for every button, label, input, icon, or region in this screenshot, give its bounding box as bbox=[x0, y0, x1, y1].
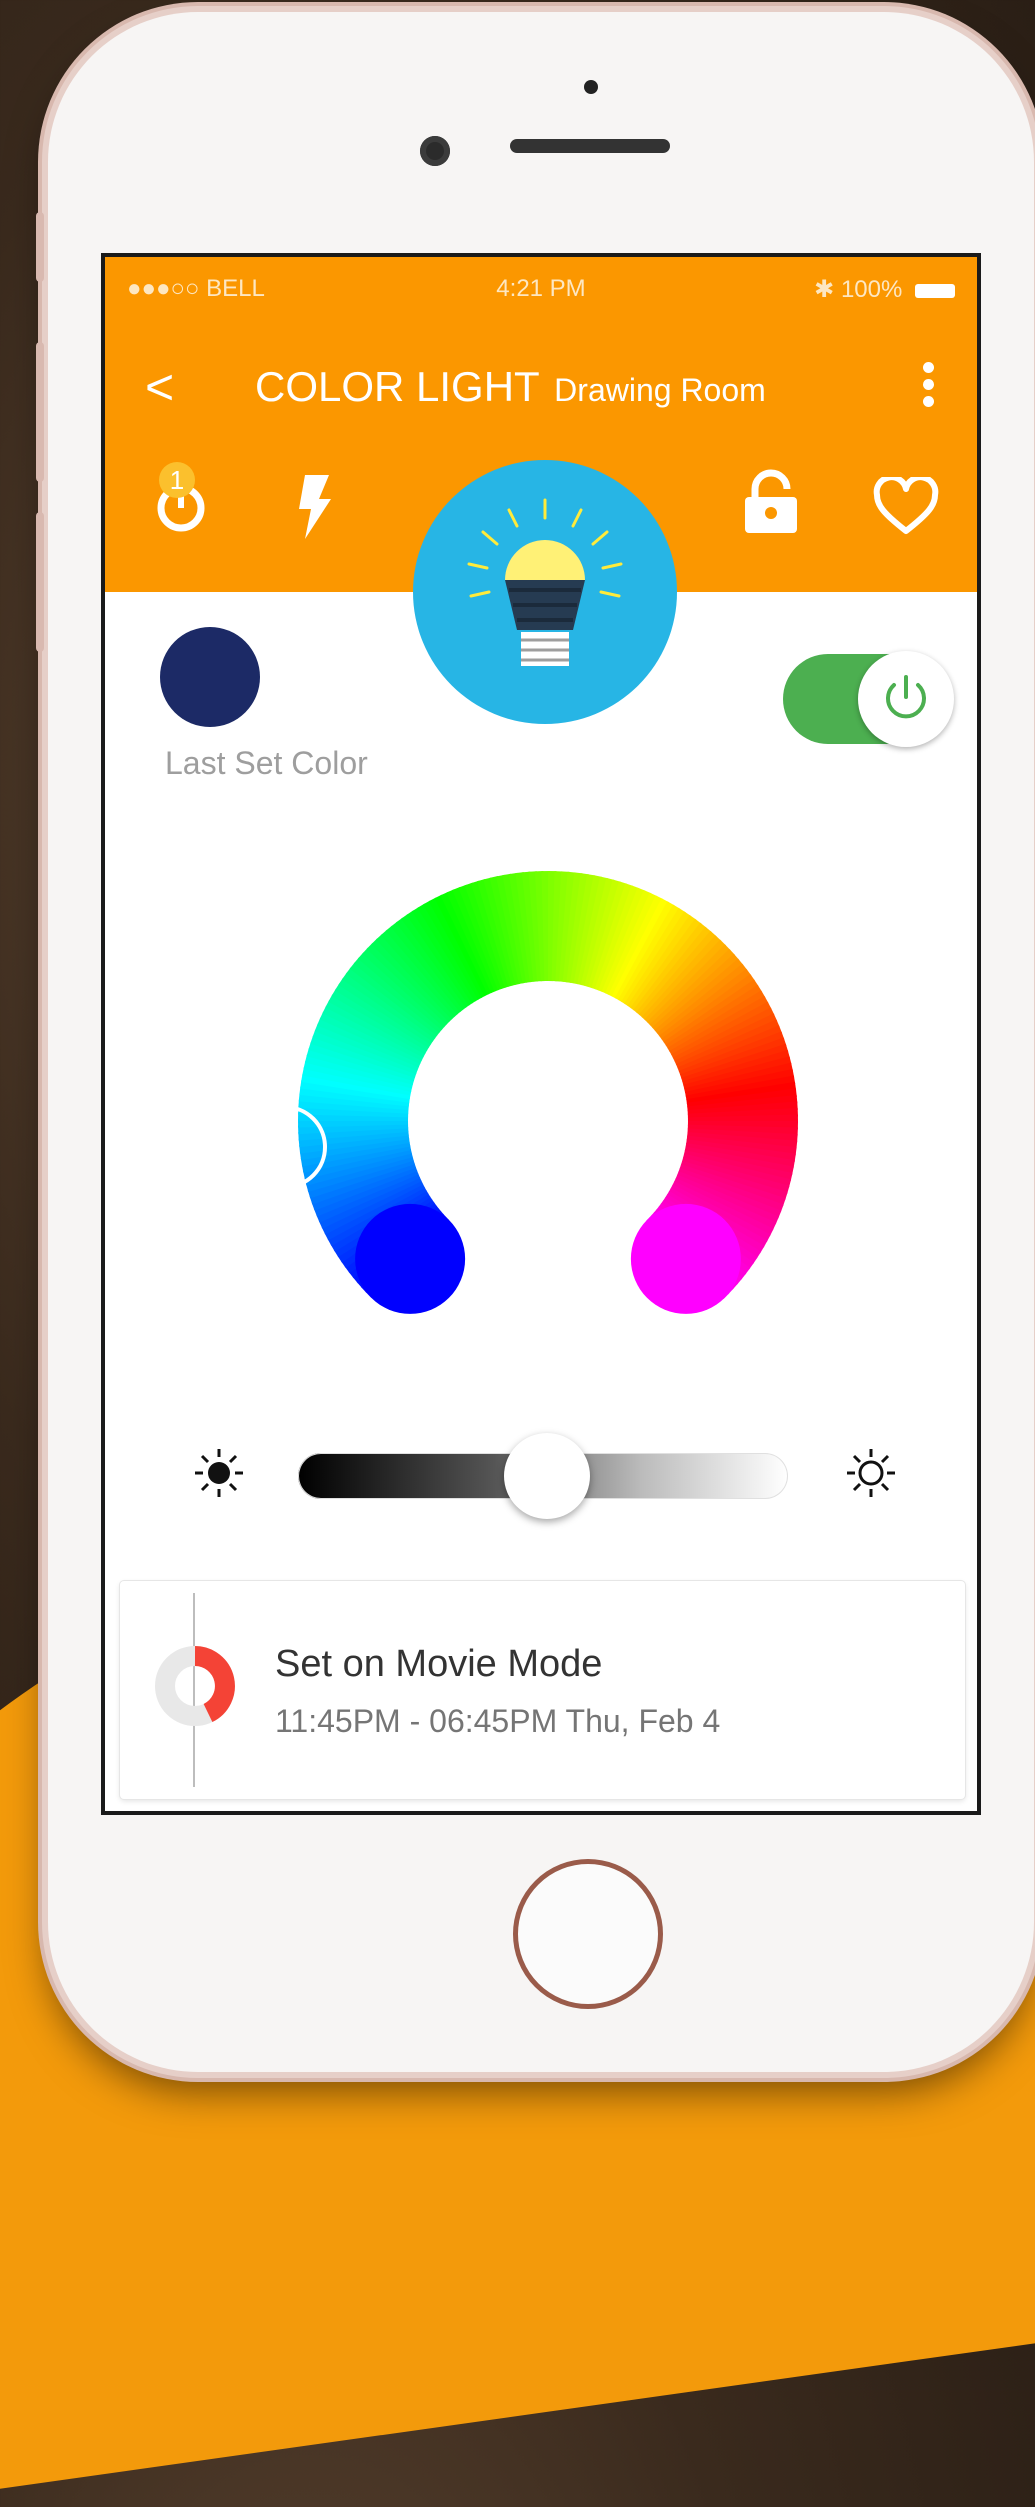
lightbulb-icon bbox=[467, 498, 623, 666]
last-set-color-swatch[interactable] bbox=[160, 627, 260, 727]
mute-switch bbox=[36, 212, 44, 282]
color-wheel-end-cap[interactable] bbox=[355, 1203, 466, 1314]
earpiece-speaker bbox=[510, 139, 670, 153]
front-camera bbox=[420, 136, 450, 166]
brightness-high-icon bbox=[843, 1445, 899, 1506]
lock-icon[interactable] bbox=[743, 469, 799, 540]
last-set-color-label: Last Set Color bbox=[165, 745, 368, 781]
volume-down-button bbox=[36, 512, 44, 652]
volume-up-button bbox=[36, 342, 44, 482]
power-toggle-knob[interactable] bbox=[858, 651, 954, 747]
more-menu-icon[interactable] bbox=[923, 362, 937, 413]
schedule-time: 11:45PM - 06:45PM Thu, Feb 4 bbox=[275, 1703, 721, 1739]
power-toggle[interactable] bbox=[783, 651, 954, 747]
status-bar: ●●●○○ BELL 4:21 PM ✱ 100% bbox=[127, 267, 955, 307]
app-screen: ●●●○○ BELL 4:21 PM ✱ 100% < COLOR LIGHT … bbox=[101, 253, 981, 1815]
proximity-sensor bbox=[584, 80, 598, 94]
home-button[interactable] bbox=[513, 1859, 663, 2009]
color-wheel[interactable] bbox=[105, 847, 981, 1427]
flash-icon[interactable] bbox=[295, 475, 335, 544]
battery-label: 100% bbox=[840, 276, 903, 303]
heart-icon[interactable] bbox=[873, 474, 939, 540]
color-wheel-end-cap[interactable] bbox=[630, 1203, 741, 1314]
room-name: Drawing Room bbox=[554, 372, 766, 408]
page-title: COLOR LIGHT Drawing Room bbox=[255, 352, 766, 432]
battery-icon bbox=[915, 283, 955, 298]
timer-badge: 1 bbox=[159, 462, 195, 498]
battery-indicator: ✱ 100% bbox=[814, 275, 955, 304]
schedule-title: Set on Movie Mode bbox=[275, 1643, 603, 1685]
bluetooth-icon: ✱ bbox=[814, 276, 841, 303]
power-icon bbox=[886, 675, 926, 719]
device-name: COLOR LIGHT bbox=[255, 363, 540, 410]
app-header: ●●●○○ BELL 4:21 PM ✱ 100% < COLOR LIGHT … bbox=[105, 257, 977, 724]
brightness-low-icon bbox=[191, 1445, 247, 1506]
schedule-progress-icon bbox=[155, 1646, 235, 1726]
title-bar: < COLOR LIGHT Drawing Room bbox=[105, 352, 977, 422]
back-button[interactable]: < bbox=[145, 352, 174, 422]
lightbulb-badge bbox=[413, 460, 677, 724]
schedule-card[interactable]: Set on Movie Mode 11:45PM - 06:45PM Thu,… bbox=[120, 1581, 965, 1799]
brightness-slider[interactable] bbox=[298, 1433, 788, 1519]
brightness-slider-knob[interactable] bbox=[504, 1433, 591, 1519]
